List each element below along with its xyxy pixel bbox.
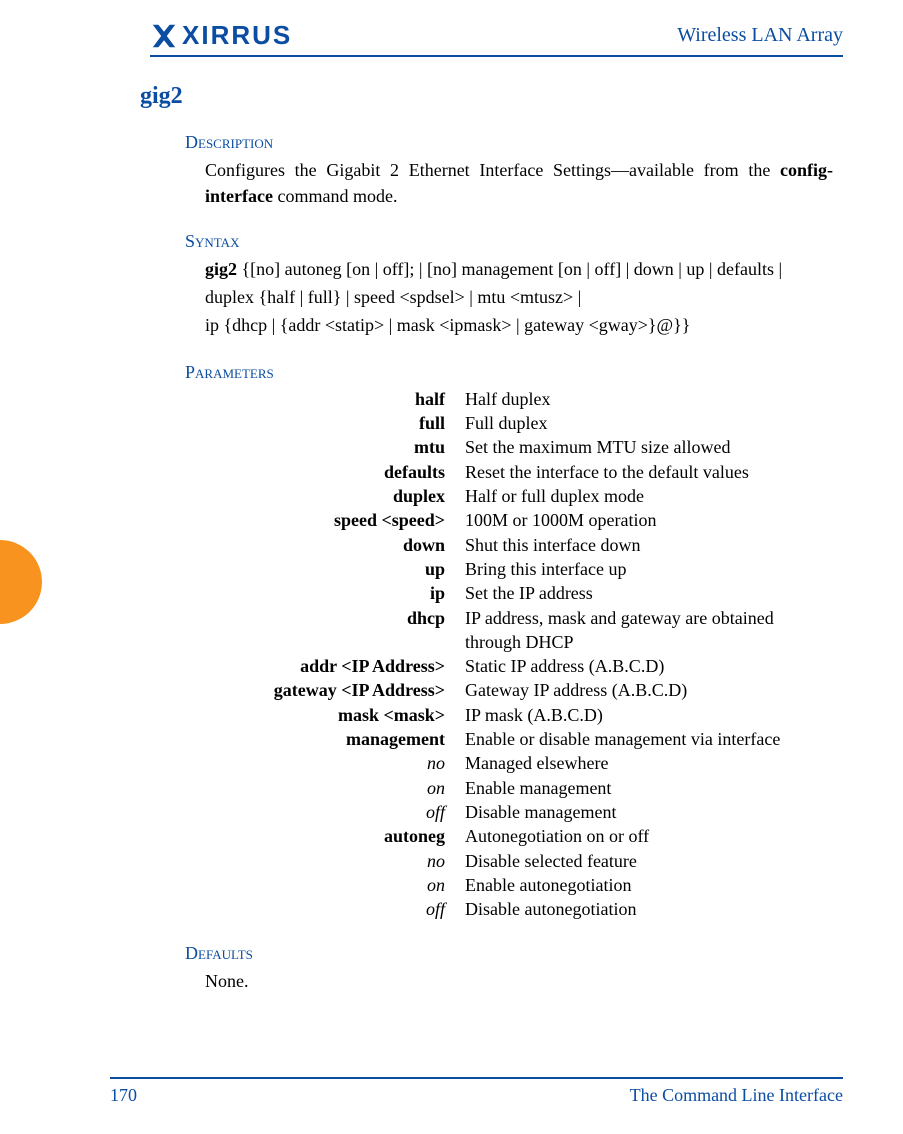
parameter-description: Half duplex <box>465 387 833 411</box>
footer-section-title: The Command Line Interface <box>630 1085 843 1106</box>
syntax-line2: ip {dhcp | {addr <statip> | mask <ipmask… <box>205 315 690 335</box>
parameter-name: no <box>205 751 465 775</box>
parameter-description: Disable autonegotiation <box>465 897 833 921</box>
parameter-row: noManaged elsewhere <box>205 751 833 775</box>
parameter-row: offDisable management <box>205 800 833 824</box>
parameter-description: Set the IP address <box>465 581 833 605</box>
syntax-label: Syntax <box>185 231 873 252</box>
parameter-name: full <box>205 411 465 435</box>
page-number: 170 <box>110 1085 137 1106</box>
parameter-row: managementEnable or disable management v… <box>205 727 833 751</box>
page-header: XIRRUS Wireless LAN Array <box>150 20 843 57</box>
parameter-row: dhcpIP address, mask and gateway are obt… <box>205 606 833 655</box>
parameter-row: duplexHalf or full duplex mode <box>205 484 833 508</box>
parameter-description: Shut this interface down <box>465 533 833 557</box>
parameter-description: Static IP address (A.B.C.D) <box>465 654 833 678</box>
parameter-name: duplex <box>205 484 465 508</box>
parameters-label: Parameters <box>185 362 873 383</box>
description-body: Configures the Gigabit 2 Ethernet Interf… <box>205 157 833 209</box>
parameter-description: Gateway IP address (A.B.C.D) <box>465 678 833 702</box>
parameter-name: half <box>205 387 465 411</box>
description-text-post: command mode. <box>273 186 397 206</box>
parameter-row: mask <mask>IP mask (A.B.C.D) <box>205 703 833 727</box>
parameter-name: defaults <box>205 460 465 484</box>
parameter-row: onEnable management <box>205 776 833 800</box>
product-name: Wireless LAN Array <box>677 24 843 47</box>
parameter-row: speed <speed>100M or 1000M operation <box>205 508 833 532</box>
parameter-name: off <box>205 800 465 824</box>
parameter-name: ip <box>205 581 465 605</box>
xirrus-logo-icon <box>150 22 178 50</box>
parameter-description: Autonegotiation on or off <box>465 824 833 848</box>
parameter-name: autoneg <box>205 824 465 848</box>
parameter-name: no <box>205 849 465 873</box>
parameter-description: Enable management <box>465 776 833 800</box>
parameter-description: Disable selected feature <box>465 849 833 873</box>
parameter-row: gateway <IP Address>Gateway IP address (… <box>205 678 833 702</box>
parameter-description: Full duplex <box>465 411 833 435</box>
page-footer: 170 The Command Line Interface <box>110 1077 843 1106</box>
brand-logo-text: XIRRUS <box>182 20 292 51</box>
parameter-name: speed <speed> <box>205 508 465 532</box>
parameter-row: halfHalf duplex <box>205 387 833 411</box>
parameter-row: onEnable autonegotiation <box>205 873 833 897</box>
manual-page: XIRRUS Wireless LAN Array gig2 Descripti… <box>0 0 903 1134</box>
parameter-description: Reset the interface to the default value… <box>465 460 833 484</box>
parameter-description: 100M or 1000M operation <box>465 508 833 532</box>
parameter-description: Managed elsewhere <box>465 751 833 775</box>
parameter-name: up <box>205 557 465 581</box>
parameter-row: downShut this interface down <box>205 533 833 557</box>
defaults-body: None. <box>205 968 833 994</box>
parameter-name: on <box>205 776 465 800</box>
parameter-row: noDisable selected feature <box>205 849 833 873</box>
parameter-name: gateway <IP Address> <box>205 678 465 702</box>
parameter-name: addr <IP Address> <box>205 654 465 678</box>
parameter-name: mask <mask> <box>205 703 465 727</box>
parameter-row: autonegAutonegotiation on or off <box>205 824 833 848</box>
parameter-name: dhcp <box>205 606 465 655</box>
parameter-row: defaultsReset the interface to the defau… <box>205 460 833 484</box>
description-text-pre: Configures the Gigabit 2 Ethernet Interf… <box>205 160 780 180</box>
parameter-description: Set the maximum MTU size allowed <box>465 435 833 459</box>
parameter-name: management <box>205 727 465 751</box>
parameter-description: Enable or disable management via interfa… <box>465 727 833 751</box>
syntax-command: gig2 <box>205 259 242 279</box>
parameters-table: halfHalf duplexfullFull duplexmtuSet the… <box>205 387 833 922</box>
syntax-body: gig2 {[no] autoneg [on | off]; | [no] ma… <box>205 256 833 340</box>
brand-logo: XIRRUS <box>150 20 292 51</box>
parameter-description: Bring this interface up <box>465 557 833 581</box>
parameter-name: down <box>205 533 465 557</box>
parameter-description: Half or full duplex mode <box>465 484 833 508</box>
parameter-row: ipSet the IP address <box>205 581 833 605</box>
syntax-line1: {[no] autoneg [on | off]; | [no] managem… <box>205 259 782 307</box>
command-title: gig2 <box>140 83 873 110</box>
parameter-description: IP address, mask and gateway are obtaine… <box>465 606 833 655</box>
defaults-label: Defaults <box>185 943 873 964</box>
parameter-description: Disable management <box>465 800 833 824</box>
parameter-description: Enable autonegotiation <box>465 873 833 897</box>
parameter-name: off <box>205 897 465 921</box>
side-tab-marker <box>0 540 42 624</box>
parameter-row: offDisable autonegotiation <box>205 897 833 921</box>
parameter-name: on <box>205 873 465 897</box>
parameter-name: mtu <box>205 435 465 459</box>
description-label: Description <box>185 132 873 153</box>
parameter-row: mtuSet the maximum MTU size allowed <box>205 435 833 459</box>
parameter-row: fullFull duplex <box>205 411 833 435</box>
parameter-description: IP mask (A.B.C.D) <box>465 703 833 727</box>
parameter-row: addr <IP Address>Static IP address (A.B.… <box>205 654 833 678</box>
parameter-row: upBring this interface up <box>205 557 833 581</box>
